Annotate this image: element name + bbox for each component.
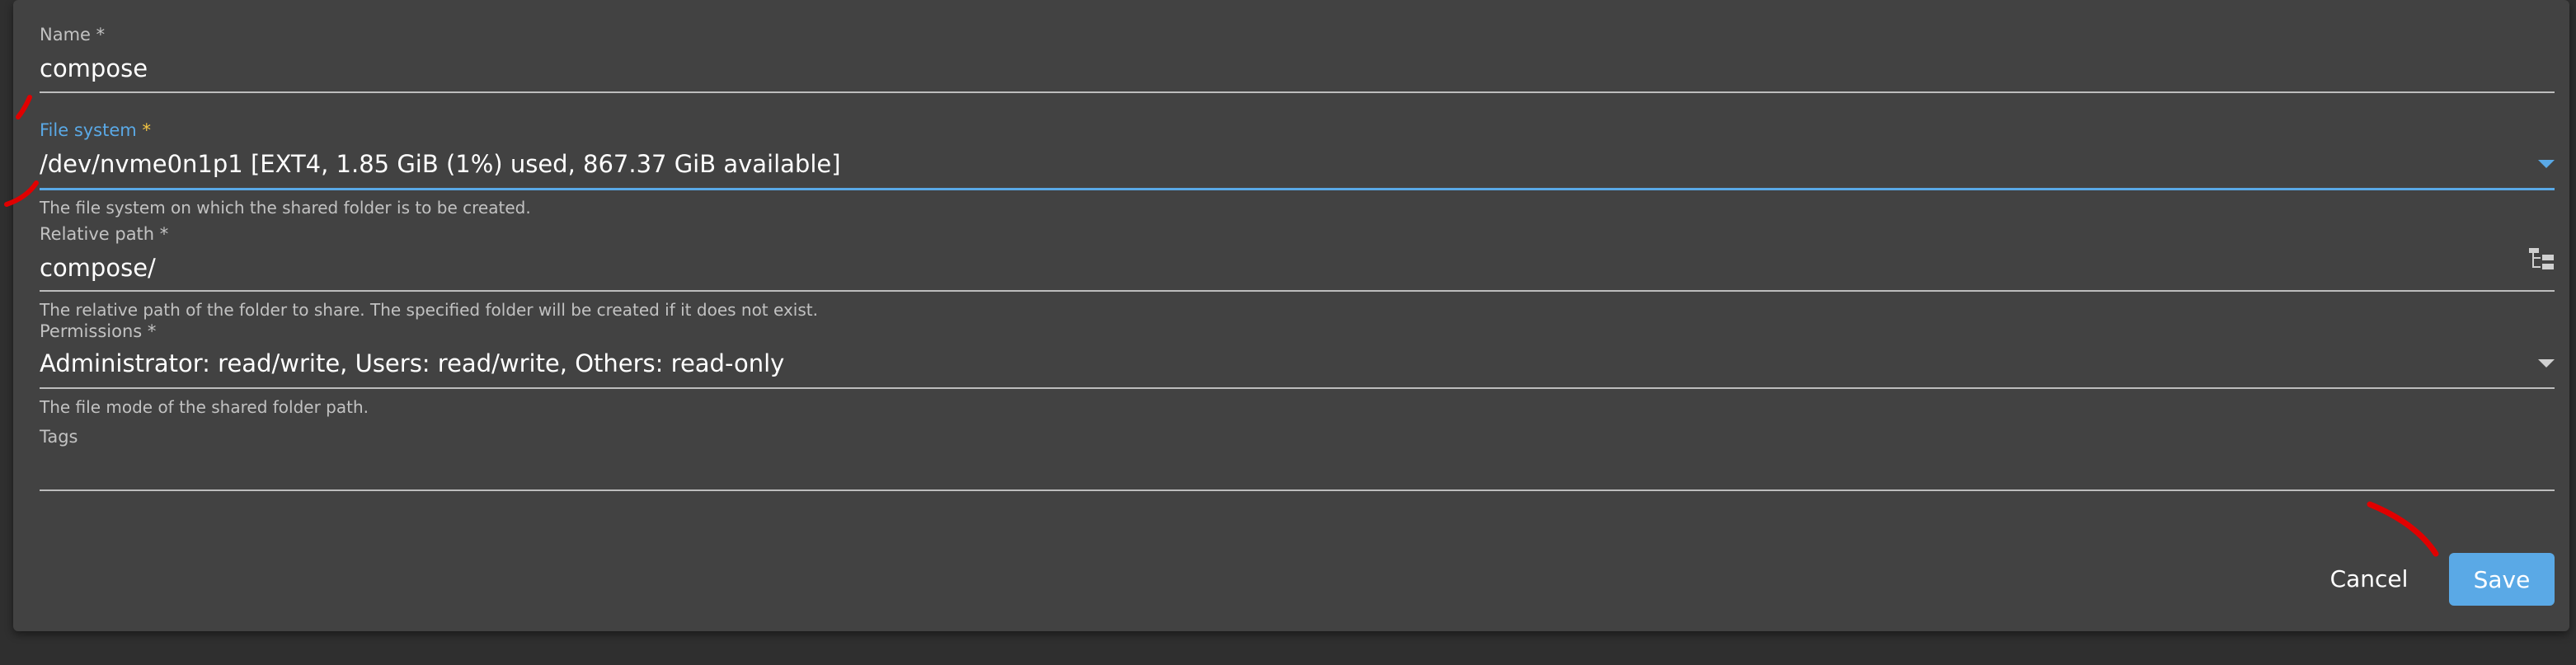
relative-path-label: Relative path *: [40, 224, 169, 244]
name-label: Name *: [40, 25, 106, 44]
chevron-down-icon[interactable]: [2538, 160, 2555, 168]
chevron-down-icon[interactable]: [2538, 359, 2555, 368]
file-system-hint: The file system on which the shared fold…: [40, 198, 531, 218]
permissions-value[interactable]: Administrator: read/write, Users: read/w…: [40, 349, 784, 377]
tags-underline: [40, 489, 2555, 491]
permissions-hint: The file mode of the shared folder path.: [40, 397, 369, 417]
relative-path-input[interactable]: compose/: [40, 254, 156, 282]
name-field[interactable]: Name * compose: [40, 0, 2555, 99]
file-system-label: File system *: [40, 120, 151, 140]
file-system-select[interactable]: File system * /dev/nvme0n1p1 [EXT4, 1.85…: [40, 115, 2555, 222]
file-system-value[interactable]: /dev/nvme0n1p1 [EXT4, 1.85 GiB (1%) used…: [40, 150, 841, 178]
cancel-button[interactable]: Cancel: [2315, 554, 2423, 603]
name-input[interactable]: compose: [40, 54, 148, 82]
permissions-label: Permissions *: [40, 321, 157, 341]
shared-folder-form-card: Name * compose File system * /dev/nvme0n…: [13, 0, 2569, 631]
tags-field[interactable]: Tags: [40, 424, 2555, 498]
name-underline: [40, 91, 2555, 93]
page: Name * compose File system * /dev/nvme0n…: [0, 0, 2576, 665]
relative-path-field[interactable]: Relative path * compose/ The relative pa…: [40, 219, 2555, 326]
relative-path-hint: The relative path of the folder to share…: [40, 300, 818, 320]
save-button[interactable]: Save: [2449, 553, 2555, 606]
folder-tree-icon[interactable]: [2528, 247, 2555, 270]
permissions-select[interactable]: Permissions * Administrator: read/write,…: [40, 318, 2555, 425]
permissions-underline: [40, 387, 2555, 389]
file-system-underline: [40, 188, 2555, 190]
relative-path-underline: [40, 290, 2555, 292]
tags-label: Tags: [40, 427, 78, 447]
